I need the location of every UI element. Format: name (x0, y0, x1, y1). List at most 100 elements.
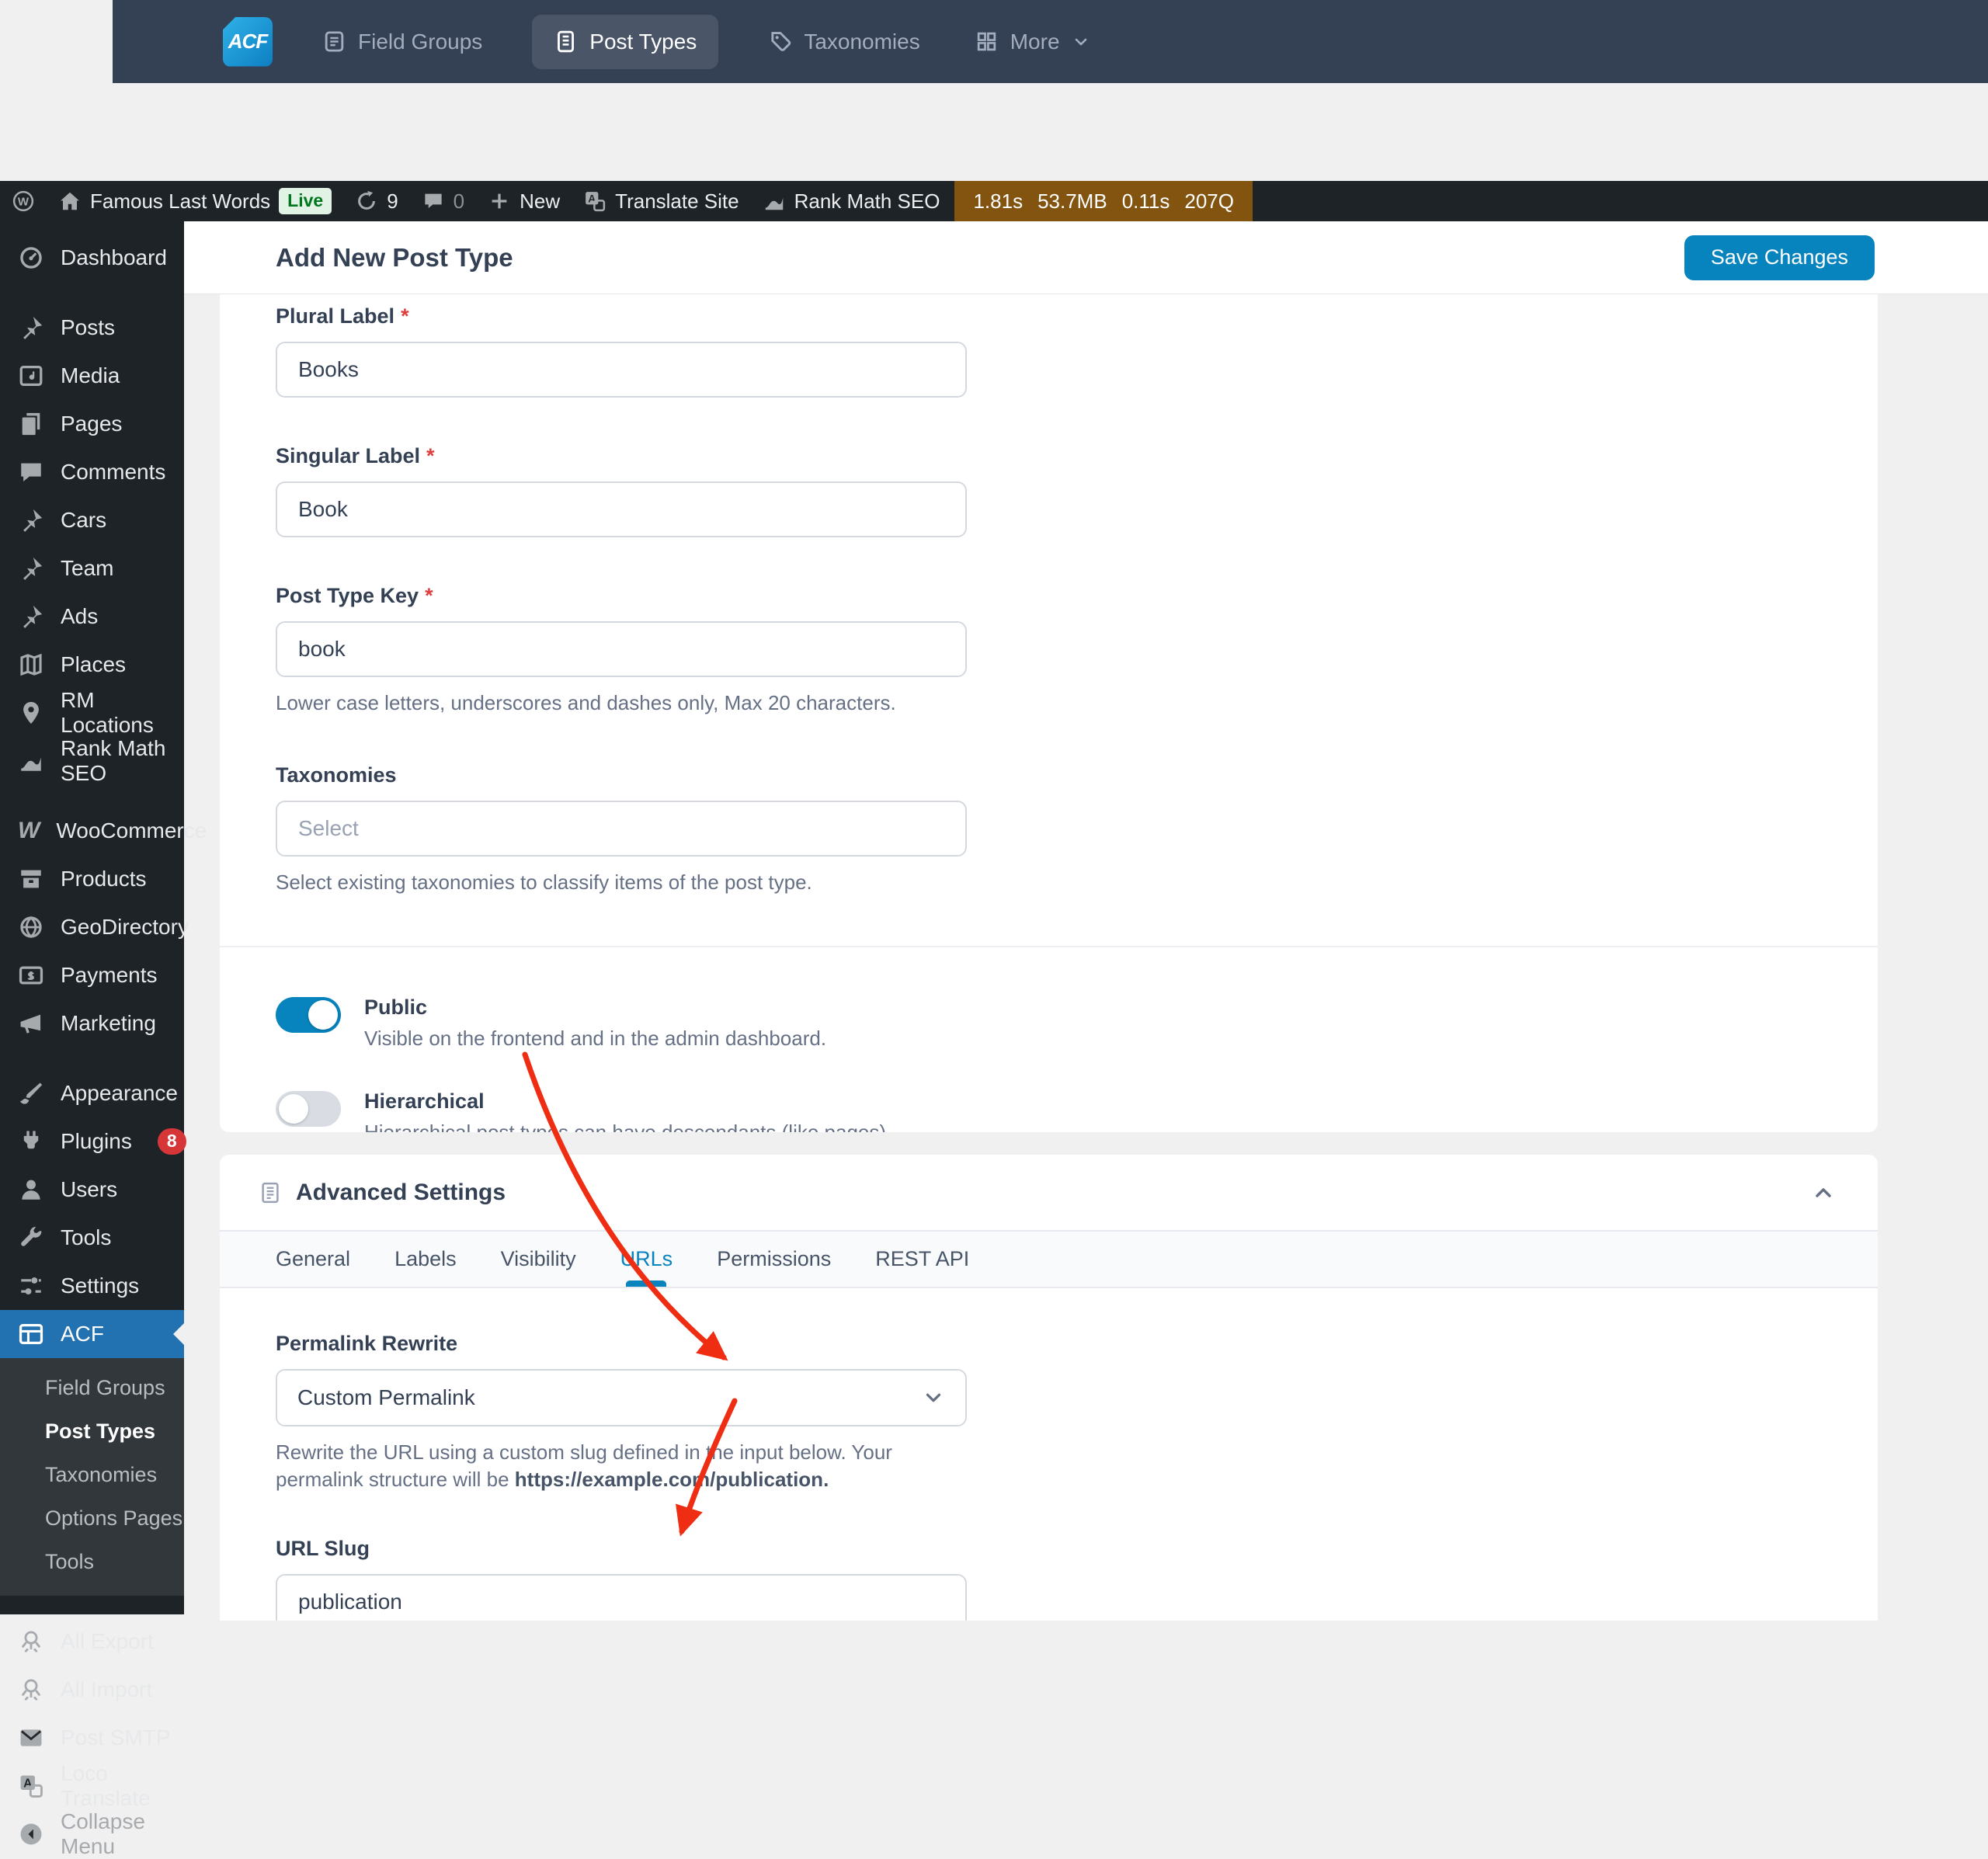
tab-labels[interactable]: Labels (394, 1232, 457, 1287)
submenu-tools[interactable]: Tools (0, 1540, 184, 1583)
submenu-options-pages[interactable]: Options Pages (0, 1496, 184, 1540)
public-toggle[interactable] (276, 997, 341, 1034)
singular-label-text: Singular Label (276, 444, 421, 467)
hierarchical-toggle-row: Hierarchical Hierarchical post types can… (276, 1089, 1822, 1132)
wp-logo-menu[interactable] (0, 181, 47, 221)
url-slug-input[interactable] (276, 1574, 967, 1621)
sidebar-item-collapse-menu[interactable]: Collapse Menu (0, 1809, 184, 1858)
sidebar-label: Places (61, 652, 127, 676)
sidebar-label: Users (61, 1177, 118, 1201)
sidebar-label: GeoDirectory (61, 915, 189, 939)
hierarchical-label: Hierarchical (364, 1089, 485, 1114)
chevron-up-icon[interactable] (1811, 1180, 1836, 1205)
tab-rest-api[interactable]: REST API (875, 1232, 969, 1287)
post-type-key-field: Post Type Key * Lower case letters, under… (276, 584, 1822, 717)
translate-icon (18, 1773, 44, 1799)
singular-label-input[interactable] (276, 481, 967, 537)
sidebar-item-comments[interactable]: Comments (0, 448, 184, 496)
sidebar-label: Ads (61, 604, 99, 628)
taxonomies-select[interactable] (276, 801, 967, 857)
sliders-icon (18, 1273, 44, 1299)
section-divider (220, 946, 1878, 948)
envelope-icon (18, 1725, 44, 1751)
sidebar-label: Collapse Menu (61, 1809, 145, 1858)
submenu-post-types[interactable]: Post Types (0, 1409, 184, 1453)
sidebar-item-plugins[interactable]: Plugins 8 (0, 1117, 186, 1166)
sidebar-item-marketing[interactable]: Marketing (0, 999, 184, 1048)
new-content-menu[interactable]: New (476, 181, 572, 221)
sidebar-item-post-smtp[interactable]: Post SMTP (0, 1714, 184, 1762)
submenu-field-groups[interactable]: Field Groups (0, 1366, 184, 1409)
sidebar-label: WooCommerce (56, 818, 207, 843)
qm-memory: 53.7MB (1037, 189, 1107, 213)
acf-nav-field-groups[interactable]: Field Groups (318, 15, 487, 69)
field-label: URL Slug (276, 1537, 1822, 1561)
sidebar-item-cars[interactable]: Cars (0, 496, 184, 544)
plugins-update-badge: 8 (157, 1128, 186, 1155)
sidebar-item-appearance[interactable]: Appearance (0, 1069, 184, 1117)
page-header: Add New Post Type Save Changes (184, 221, 1988, 294)
site-name-menu[interactable]: Famous Last Words Live (47, 181, 343, 221)
plural-label-input[interactable] (276, 342, 967, 398)
post-type-key-input[interactable] (276, 621, 967, 677)
permalink-rewrite-value: Custom Permalink (297, 1385, 475, 1409)
sidebar-item-users[interactable]: Users (0, 1166, 184, 1214)
payment-card-icon (18, 962, 44, 989)
acf-submenu: Field Groups Post Types Taxonomies Optio… (0, 1358, 184, 1596)
sidebar-item-team[interactable]: Team (0, 544, 184, 592)
sidebar-item-tools[interactable]: Tools (0, 1214, 184, 1262)
tab-urls[interactable]: URLs (620, 1232, 673, 1287)
sidebar-item-rank-math[interactable]: Rank Math SEO (0, 736, 184, 785)
save-changes-button[interactable]: Save Changes (1684, 235, 1875, 280)
tab-permissions[interactable]: Permissions (717, 1232, 831, 1287)
query-monitor-stats[interactable]: 1.81s 53.7MB 0.11s 207Q (954, 181, 1253, 221)
chart-icon (18, 748, 44, 774)
location-pin-icon (18, 700, 44, 726)
sidebar-label: All Export (61, 1629, 154, 1653)
translate-label: Translate Site (615, 189, 739, 213)
sidebar-item-products[interactable]: Products (0, 855, 184, 903)
tab-general[interactable]: General (276, 1232, 350, 1287)
advanced-settings-header[interactable]: Advanced Settings (220, 1155, 1878, 1230)
sidebar-item-payments[interactable]: Payments (0, 951, 184, 999)
advanced-settings-card: Advanced Settings General Labels Visibil… (220, 1155, 1878, 1621)
updates-menu[interactable]: 9 (343, 181, 409, 221)
sidebar-item-pages[interactable]: Pages (0, 400, 184, 448)
sidebar-item-dashboard[interactable]: Dashboard (0, 234, 184, 282)
acf-grid-icon (18, 1321, 44, 1347)
sidebar-item-rm-locations[interactable]: RM Locations (0, 688, 184, 737)
acf-nav-taxonomies[interactable]: Taxonomies (763, 15, 924, 69)
translate-site-menu[interactable]: Translate Site (572, 181, 750, 221)
field-label: Post Type Key * (276, 584, 1822, 608)
site-name: Famous Last Words (90, 189, 271, 213)
sidebar-item-loco-translate[interactable]: Loco Translate (0, 1761, 184, 1810)
hierarchical-toggle[interactable] (276, 1091, 341, 1128)
sidebar-item-geodirectory[interactable]: GeoDirectory (0, 903, 189, 951)
acf-nav-post-types[interactable]: Post Types (532, 14, 719, 69)
sidebar-item-media[interactable]: Media (0, 352, 184, 400)
rank-math-icon (763, 189, 786, 213)
public-label: Public (364, 996, 428, 1020)
tab-visibility[interactable]: Visibility (501, 1232, 576, 1287)
plus-icon (488, 189, 511, 213)
sidebar-item-settings[interactable]: Settings (0, 1262, 184, 1310)
comments-menu[interactable]: 0 (410, 181, 476, 221)
acf-nav-more[interactable]: More (970, 15, 1095, 69)
submenu-taxonomies[interactable]: Taxonomies (0, 1453, 184, 1496)
active-menu-notch (162, 1323, 184, 1345)
sidebar-item-ads[interactable]: Ads (0, 592, 184, 641)
sidebar-item-places[interactable]: Places (0, 641, 184, 689)
rank-math-menu[interactable]: Rank Math SEO (751, 181, 952, 221)
sidebar-label: Tools (61, 1225, 112, 1249)
translate-icon (583, 189, 606, 213)
singular-label-field: Singular Label * (276, 444, 1822, 537)
sidebar-item-all-export[interactable]: All Export (0, 1618, 184, 1666)
sidebar-item-acf[interactable]: ACF (0, 1310, 184, 1358)
sidebar-item-posts[interactable]: Posts (0, 304, 184, 352)
permalink-rewrite-select[interactable]: Custom Permalink (276, 1369, 967, 1426)
sidebar-item-woocommerce[interactable]: W WooCommerce (0, 807, 207, 855)
advanced-settings-tabs: General Labels Visibility URLs Permissio… (220, 1230, 1878, 1288)
sidebar-item-all-import[interactable]: All Import (0, 1666, 184, 1714)
qm-page-time: 1.81s (973, 189, 1024, 213)
acf-toolbar: ACF Field Groups Post Types Taxonomies M… (113, 0, 1988, 83)
